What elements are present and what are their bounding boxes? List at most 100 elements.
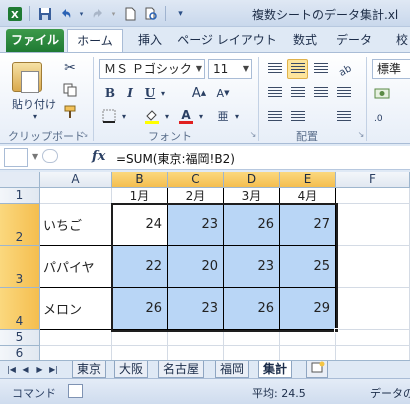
sheet-tab-nagoya[interactable]: 名古屋 [158,361,205,378]
cell-c1[interactable]: 2月 [168,188,224,204]
align-bottom-button[interactable] [310,59,331,79]
align-center-button[interactable] [287,83,308,103]
name-box[interactable] [4,148,28,167]
font-color-dropdown-icon[interactable]: ▾ [196,109,206,123]
select-all-button[interactable] [0,172,40,188]
font-size-combo[interactable]: 11 ▼ [208,59,252,79]
tab-file[interactable]: ファイル [6,29,64,52]
grow-font-button[interactable]: A ▲ [190,84,208,102]
sheet-tab-osaka[interactable]: 大阪 [114,361,149,378]
phonetic-dropdown-icon[interactable]: ▾ [232,109,242,123]
paste-label[interactable]: 貼り付け [8,97,60,111]
macro-record-icon[interactable] [68,384,83,398]
tab-formulas[interactable]: 数式 [283,29,327,52]
underline-button[interactable]: U [142,84,158,102]
cell-a3[interactable]: パパイヤ [40,246,112,288]
cell-a4[interactable]: メロン [40,288,112,330]
format-painter-icon[interactable] [60,103,80,121]
next-sheet-icon[interactable]: ▶ [34,363,45,376]
cell-d5[interactable] [224,330,280,346]
row-header-3[interactable]: 3 [0,246,40,288]
column-header-e[interactable]: E [280,172,336,188]
cell-d3[interactable]: 23 [224,246,280,288]
align-top-button[interactable] [264,59,285,79]
row-header-1[interactable]: 1 [0,188,40,204]
cell-e1[interactable]: 4月 [280,188,336,204]
cell-b4[interactable]: 26 [112,288,168,330]
cell-a5[interactable] [40,330,112,346]
sheet-tab-tokyo[interactable]: 東京 [72,361,107,378]
italic-button[interactable]: I [122,84,138,102]
fill-color-dropdown-icon[interactable]: ▾ [162,109,172,123]
column-header-b[interactable]: B [112,172,168,188]
new-doc-icon[interactable] [121,5,138,22]
font-color-button[interactable]: A [176,107,196,125]
undo-icon[interactable] [57,5,74,22]
phonetic-button[interactable]: 亜 [214,107,232,125]
increase-indent-button[interactable] [287,107,308,127]
decrease-decimal-icon[interactable]: .0 [372,107,392,127]
cell-d1[interactable]: 3月 [224,188,280,204]
sheet-tab-fukuoka[interactable]: 福岡 [215,361,250,378]
formula-input[interactable]: =SUM(東京:福岡!B2) [116,150,235,167]
last-sheet-icon[interactable]: ▶| [48,363,59,376]
redo-icon[interactable] [89,5,106,22]
sheet-tab-summary[interactable]: 集計 [258,361,293,378]
cell-b5[interactable] [112,330,168,346]
cell-f5[interactable] [336,330,410,346]
cell-f3[interactable] [336,246,410,288]
borders-icon[interactable] [99,107,119,125]
tab-data[interactable]: データ [332,29,376,52]
cell-c2[interactable]: 23 [168,204,224,246]
cell-c5[interactable] [168,330,224,346]
borders-dropdown-icon[interactable]: ▾ [119,109,129,123]
cell-f4[interactable] [336,288,410,330]
font-name-combo[interactable]: ＭＳ Ｐゴシック ▼ [99,59,205,79]
insert-sheet-icon[interactable] [306,361,328,378]
cell-b3[interactable]: 22 [112,246,168,288]
cell-b1[interactable]: 1月 [112,188,168,204]
fill-color-icon[interactable] [142,107,162,125]
prev-sheet-icon[interactable]: ◀ [20,363,31,376]
cell-b2[interactable]: 24 [112,204,168,246]
cell-c4[interactable]: 23 [168,288,224,330]
cell-f1[interactable] [336,188,410,204]
redo-dropdown-icon[interactable]: ▾ [110,5,117,22]
paste-dropdown-icon[interactable]: ▾ [30,111,40,121]
cell-e5[interactable] [280,330,336,346]
cell-d2[interactable]: 26 [224,204,280,246]
row-header-4[interactable]: 4 [0,288,40,330]
shrink-font-button[interactable]: A ▼ [214,84,232,102]
currency-format-icon[interactable] [372,83,392,103]
row-header-5[interactable]: 5 [0,330,40,346]
customize-qat-icon[interactable]: ▾ [172,5,189,22]
namebox-dropdown-icon[interactable]: ▼ [32,152,38,161]
tab-home[interactable]: ホーム [67,29,123,52]
cell-c3[interactable]: 20 [168,246,224,288]
print-preview-icon[interactable] [142,5,159,22]
number-format-combo[interactable]: 標準 [372,59,410,79]
column-header-a[interactable]: A [40,172,112,188]
paste-button[interactable] [8,59,46,95]
save-icon[interactable] [36,5,53,22]
tab-page-layout[interactable]: ページ レイアウト [176,29,278,52]
tab-review[interactable]: 校 [382,29,410,52]
fill-handle[interactable] [334,328,339,333]
cell-f2[interactable] [336,204,410,246]
insert-function-button[interactable]: fx [92,149,105,164]
bold-button[interactable]: B [102,84,118,102]
column-header-c[interactable]: C [168,172,224,188]
merge-center-button[interactable] [333,107,354,127]
first-sheet-icon[interactable]: |◀ [6,363,17,376]
alignment-launcher-icon[interactable]: ↘ [356,129,366,139]
undo-dropdown-icon[interactable]: ▾ [78,5,85,22]
underline-dropdown-icon[interactable]: ▾ [158,86,168,100]
cell-e2[interactable]: 27 [280,204,336,246]
cell-e4[interactable]: 29 [280,288,336,330]
align-right-button[interactable] [310,83,331,103]
tab-insert[interactable]: 挿入 [128,29,172,52]
wrap-text-button[interactable] [333,83,354,103]
cut-icon[interactable]: ✂ [60,59,80,77]
column-header-d[interactable]: D [224,172,280,188]
align-left-button[interactable] [264,83,285,103]
